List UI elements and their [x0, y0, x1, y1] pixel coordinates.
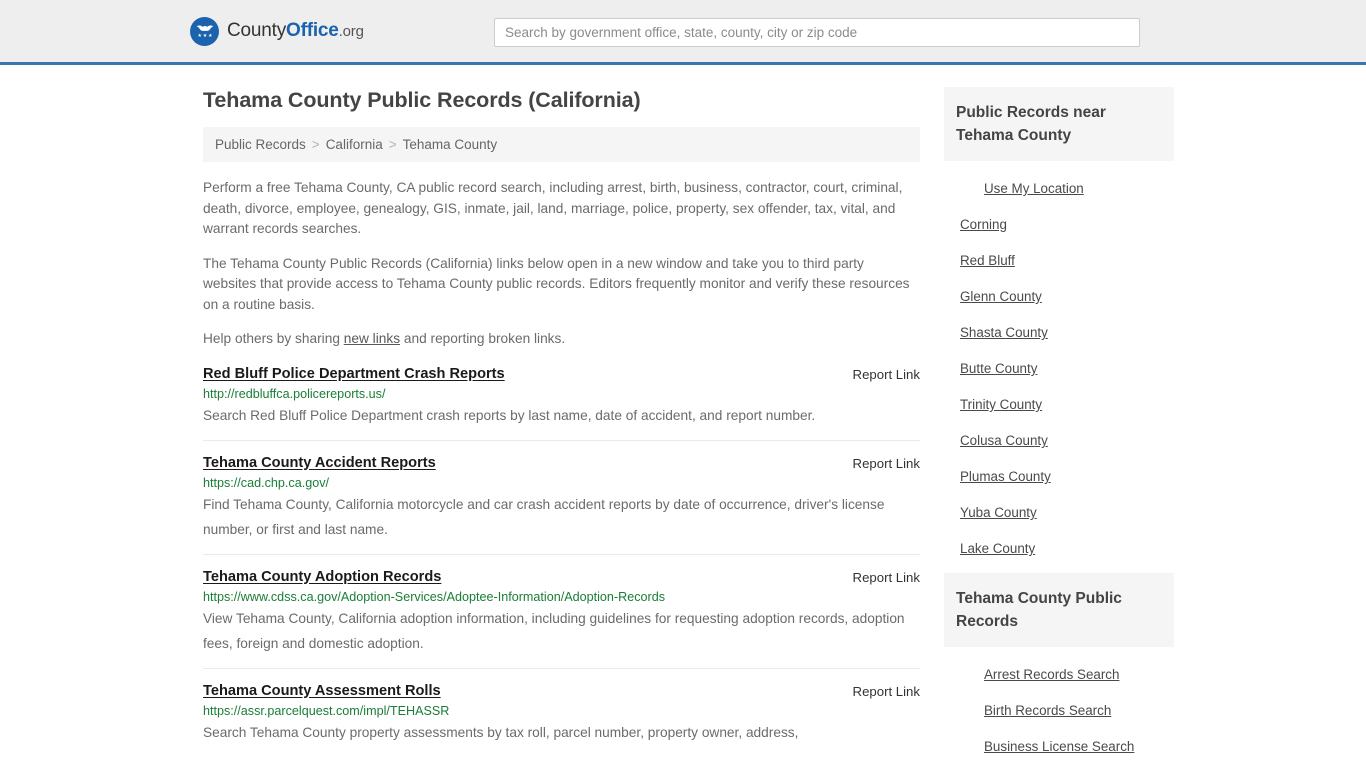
breadcrumb-item-public-records[interactable]: Public Records: [215, 137, 306, 152]
report-link-button[interactable]: Report Link: [853, 366, 920, 382]
result-title-link[interactable]: Tehama County Assessment Rolls: [203, 683, 441, 699]
site-logo[interactable]: CountyOffice.org: [190, 16, 364, 46]
list-item: Trinity County: [944, 387, 1174, 423]
intro-text: Perform a free Tehama County, CA public …: [203, 178, 920, 350]
sidebar-records-list: Arrest Records Search Birth Records Sear…: [944, 647, 1174, 765]
result-url-link[interactable]: http://redbluffca.policereports.us/: [203, 387, 920, 401]
sidebar-item-lake-county[interactable]: Lake County: [944, 531, 1035, 567]
result-title-link[interactable]: Tehama County Accident Reports: [203, 455, 436, 471]
result-description: View Tehama County, California adoption …: [203, 610, 905, 651]
logo-word-county: County: [227, 20, 287, 41]
share-text-before: Help others by sharing: [203, 331, 344, 346]
result-item: Tehama County Accident Reports Report Li…: [203, 439, 920, 554]
breadcrumb-separator-icon: >: [388, 137, 397, 152]
list-item: Red Bluff: [944, 243, 1174, 279]
result-description: Search Tehama County property assessment…: [203, 724, 799, 740]
list-item: Glenn County: [944, 279, 1174, 315]
sidebar-heading-nearby: Public Records near Tehama County: [944, 87, 1174, 161]
list-item: Butte County: [944, 351, 1174, 387]
intro-paragraph-3: Help others by sharing new links and rep…: [203, 329, 920, 350]
sidebar-item-yuba-county[interactable]: Yuba County: [944, 495, 1037, 531]
list-item: Yuba County: [944, 495, 1174, 531]
result-item: Tehama County Assessment Rolls Report Li…: [203, 667, 920, 757]
breadcrumb-separator-icon: >: [311, 137, 320, 152]
sidebar-section-records: Tehama County Public Records Arrest Reco…: [944, 573, 1174, 765]
result-description: Find Tehama County, California motorcycl…: [203, 496, 885, 537]
sidebar: Public Records near Tehama County Use My…: [944, 87, 1174, 768]
result-url-link[interactable]: https://assr.parcelquest.com/impl/TEHASS…: [203, 704, 920, 718]
breadcrumb-item-tehama-county: Tehama County: [402, 137, 498, 152]
list-item: Plumas County: [944, 459, 1174, 495]
sidebar-section-nearby: Public Records near Tehama County Use My…: [944, 87, 1174, 567]
search-box[interactable]: [494, 18, 1140, 47]
search-input[interactable]: [494, 18, 1140, 47]
site-header: CountyOffice.org: [0, 0, 1366, 65]
sidebar-item-red-bluff[interactable]: Red Bluff: [944, 243, 1015, 279]
sidebar-heading-records: Tehama County Public Records: [944, 573, 1174, 647]
report-link-button[interactable]: Report Link: [853, 683, 920, 699]
result-title-link[interactable]: Red Bluff Police Department Crash Report…: [203, 366, 505, 382]
new-links-link[interactable]: new links: [344, 331, 400, 346]
page-title: Tehama County Public Records (California…: [203, 88, 641, 112]
result-description: Search Red Bluff Police Department crash…: [203, 407, 816, 423]
sidebar-item-birth-records-search[interactable]: Birth Records Search: [944, 693, 1111, 729]
main-content: Tehama County Public Records (California…: [203, 65, 920, 757]
result-url-link[interactable]: https://www.cdss.ca.gov/Adoption-Service…: [203, 590, 920, 604]
list-item: Birth Records Search: [944, 693, 1174, 729]
sidebar-item-butte-county[interactable]: Butte County: [944, 351, 1037, 387]
result-url-link[interactable]: https://cad.chp.ca.gov/: [203, 476, 920, 490]
sidebar-item-glenn-county[interactable]: Glenn County: [944, 279, 1042, 315]
result-title-link[interactable]: Tehama County Adoption Records: [203, 569, 441, 585]
breadcrumb: Public Records > California > Tehama Cou…: [203, 127, 920, 162]
list-item: Business License Search: [944, 729, 1174, 765]
report-link-button[interactable]: Report Link: [853, 569, 920, 585]
sidebar-item-colusa-county[interactable]: Colusa County: [944, 423, 1048, 459]
eagle-seal-icon: [190, 16, 219, 46]
share-text-after: and reporting broken links.: [400, 331, 566, 346]
list-item: Shasta County: [944, 315, 1174, 351]
sidebar-item-plumas-county[interactable]: Plumas County: [944, 459, 1051, 495]
sidebar-item-business-license-search[interactable]: Business License Search: [944, 729, 1134, 765]
list-item: Arrest Records Search: [944, 657, 1174, 693]
site-logo-text: CountyOffice.org: [227, 20, 364, 42]
list-item: Corning: [944, 207, 1174, 243]
report-link-button[interactable]: Report Link: [853, 455, 920, 471]
logo-word-tld: .org: [338, 23, 364, 40]
logo-word-office: Office: [286, 20, 339, 41]
sidebar-item-corning[interactable]: Corning: [944, 207, 1007, 243]
result-item: Tehama County Adoption Records Report Li…: [203, 553, 920, 668]
list-item: Lake County: [944, 531, 1174, 567]
sidebar-item-shasta-county[interactable]: Shasta County: [944, 315, 1048, 351]
sidebar-item-use-my-location[interactable]: Use My Location: [944, 171, 1084, 207]
page-container: Tehama County Public Records (California…: [0, 65, 1366, 768]
sidebar-nearby-list: Use My Location Corning Red Bluff Glenn …: [944, 161, 1174, 567]
sidebar-item-arrest-records-search[interactable]: Arrest Records Search: [944, 657, 1119, 693]
intro-paragraph-2: The Tehama County Public Records (Califo…: [203, 255, 910, 312]
sidebar-item-trinity-county[interactable]: Trinity County: [944, 387, 1042, 423]
list-item: Colusa County: [944, 423, 1174, 459]
breadcrumb-item-california[interactable]: California: [326, 137, 383, 152]
results-list: Red Bluff Police Department Crash Report…: [203, 364, 920, 757]
result-item: Red Bluff Police Department Crash Report…: [203, 364, 920, 440]
list-item: Use My Location: [944, 171, 1174, 207]
intro-paragraph-1: Perform a free Tehama County, CA public …: [203, 180, 903, 236]
